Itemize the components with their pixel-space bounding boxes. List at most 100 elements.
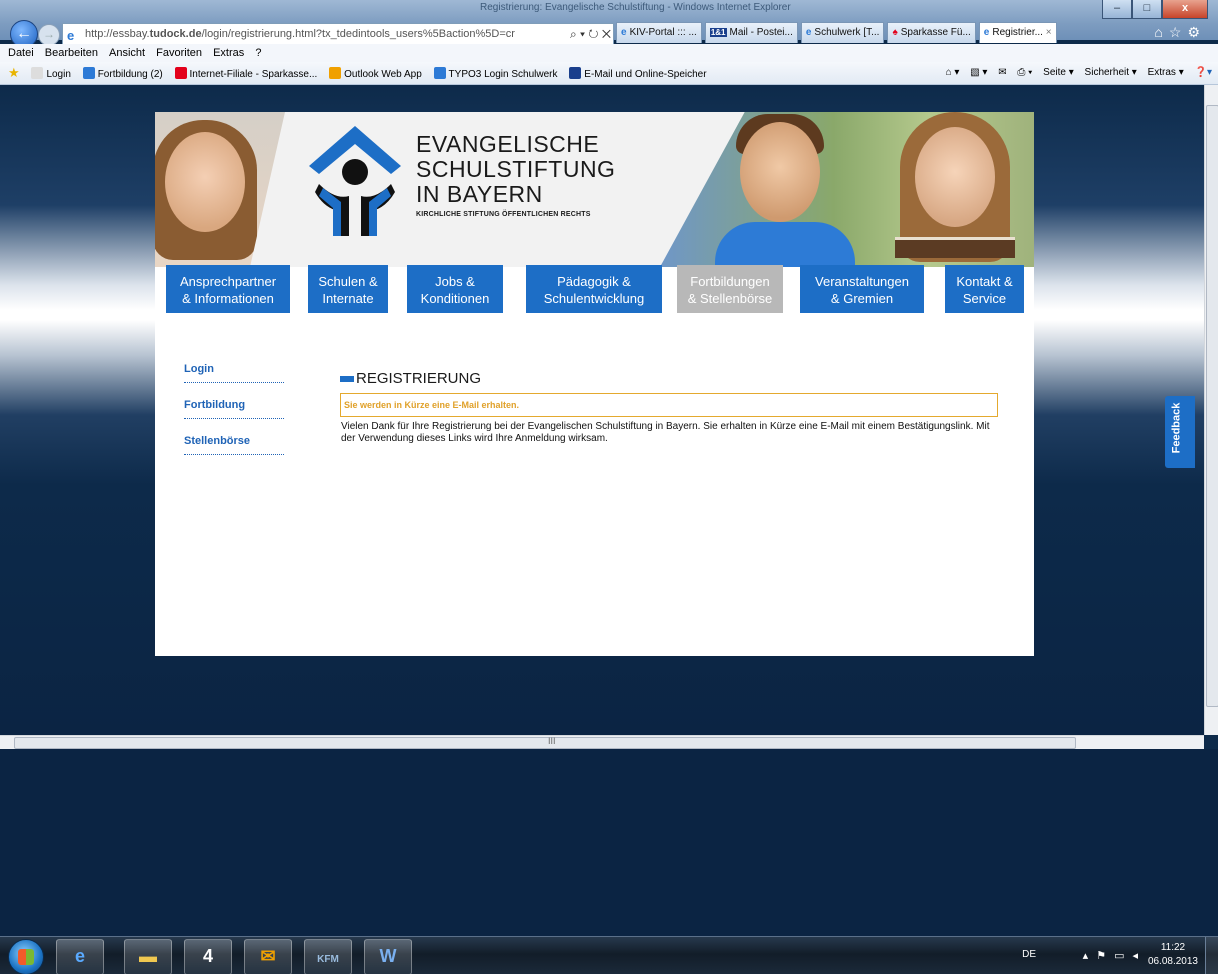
ie-page-icon: e — [67, 28, 75, 43]
horizontal-scrollbar[interactable]: III — [0, 735, 1204, 750]
menu-extras[interactable]: Extras — [213, 44, 244, 62]
start-button[interactable] — [8, 939, 44, 974]
menu-favoriten[interactable]: Favoriten — [156, 44, 202, 62]
browser-right-icons: ⌂☆⚙ — [1154, 24, 1206, 41]
brand-line: IN BAYERN — [416, 181, 543, 207]
volume-icon[interactable]: ◂ — [1132, 950, 1146, 962]
tab-sparkasse[interactable]: ♠ Sparkasse Fü... — [887, 22, 976, 43]
fav-fortbildung[interactable]: Fortbildung (2) — [82, 64, 163, 86]
url-domain: tudock.de — [149, 28, 202, 40]
ie-icon — [82, 67, 95, 79]
language-indicator[interactable]: DE — [1022, 949, 1036, 960]
close-button[interactable]: x — [1162, 0, 1208, 19]
fav-outlook[interactable]: Outlook Web App — [329, 64, 422, 86]
fav-label: TYPO3 Login Schulwerk — [448, 69, 558, 80]
minimize-button[interactable]: – — [1102, 0, 1132, 19]
site-brand[interactable]: EVANGELISCHE SCHULSTIFTUNG IN BAYERN KIR… — [416, 132, 615, 219]
menu-extras-cmd[interactable]: Extras ▾ — [1148, 67, 1184, 78]
tab-label: Registrier... — [992, 27, 1043, 38]
page-viewport: EVANGELISCHE SCHULSTIFTUNG IN BAYERN KIR… — [0, 85, 1204, 735]
ie-icon: e — [983, 27, 990, 38]
nav-label: Kontakt & — [956, 274, 1013, 289]
desktop-area — [0, 749, 1218, 936]
fav-login[interactable]: Login — [31, 64, 71, 86]
menu-seite[interactable]: Seite ▾ — [1043, 67, 1074, 78]
taskbar-outlook[interactable]: ✉ — [244, 939, 292, 974]
mail-read-icon[interactable]: ✉ — [998, 67, 1006, 78]
windows-logo-icon — [18, 949, 34, 965]
star-icon[interactable]: ☆ — [1169, 24, 1188, 40]
favorites-bar: ★ Login Fortbildung (2) Internet-Filiale… — [0, 62, 1218, 85]
tab-label: Mail - Postei... — [729, 27, 793, 38]
nav-jobs[interactable]: Jobs & Konditionen — [407, 265, 503, 313]
address-tools[interactable]: ⌕ ▾ ↻ ✕ — [565, 24, 611, 44]
clock[interactable]: 11:22 06.08.2013 — [1148, 941, 1198, 969]
sparkasse-icon — [174, 67, 187, 79]
clock-date: 06.08.2013 — [1147, 956, 1198, 967]
scroll-thumb[interactable] — [14, 737, 1076, 749]
vertical-scrollbar[interactable] — [1204, 85, 1218, 735]
window-controls: – □ x — [1102, 0, 1208, 19]
fav-email[interactable]: E-Mail und Online-Speicher — [569, 64, 707, 86]
flag-icon[interactable]: ⚑ — [1096, 950, 1114, 962]
forward-button[interactable]: → — [38, 24, 60, 46]
show-desktop-button[interactable] — [1205, 937, 1218, 974]
taskbar-kfm[interactable]: KFM — [304, 939, 352, 974]
header-photo-girl — [155, 112, 285, 267]
sidebar-item-login[interactable]: Login — [184, 360, 284, 383]
nav-schulen[interactable]: Schulen & Internate — [308, 265, 388, 313]
kfm-icon: KFM — [317, 954, 339, 965]
tab-kiv-portal[interactable]: e KIV-Portal ::: ... — [616, 22, 702, 43]
tray-expand-icon[interactable]: ▴ — [1083, 950, 1097, 962]
feedback-tab[interactable]: Feedback — [1165, 396, 1195, 468]
outlook-icon — [329, 67, 342, 79]
help-icon[interactable]: ❓▾ — [1195, 67, 1212, 78]
ie-icon: e — [621, 27, 627, 38]
sidebar-item-stellenboerse[interactable]: Stellenbörse — [184, 432, 284, 455]
home-icon[interactable]: ⌂ ▾ — [946, 67, 960, 78]
taskbar-app-4[interactable]: 4 — [184, 939, 232, 974]
menu-ansicht[interactable]: Ansicht — [109, 44, 145, 62]
taskbar-ie[interactable]: e — [56, 939, 104, 974]
fav-typo3[interactable]: TYPO3 Login Schulwerk — [433, 64, 558, 86]
menu-sicherheit[interactable]: Sicherheit ▾ — [1085, 67, 1137, 78]
tab-mail[interactable]: 1&1 Mail - Postei... — [704, 22, 798, 43]
header-photo-children — [660, 112, 1034, 267]
fav-sparkasse[interactable]: Internet-Filiale - Sparkasse... — [174, 64, 318, 86]
print-icon[interactable]: ⎙ ▾ — [1017, 67, 1032, 78]
ie-icon — [433, 67, 446, 79]
gear-icon[interactable]: ⚙ — [1187, 24, 1206, 40]
taskbar-word[interactable]: W — [364, 939, 412, 974]
address-bar[interactable]: e http://essbay.tudock.de/login/registrie… — [62, 23, 614, 45]
menu-bearbeiten[interactable]: Bearbeiten — [45, 44, 98, 62]
site-page: EVANGELISCHE SCHULSTIFTUNG IN BAYERN KIR… — [155, 112, 1034, 656]
ie-icon: e — [805, 27, 812, 38]
tab-registrierung[interactable]: e Registrier... × — [978, 22, 1057, 43]
fav-label: Internet-Filiale - Sparkasse... — [189, 69, 318, 80]
clock-time: 11:22 — [1160, 942, 1186, 953]
nav-veranstaltungen[interactable]: Veranstaltungen & Gremien — [800, 265, 924, 313]
outlook-icon: ✉ — [260, 946, 276, 966]
nav-kontakt[interactable]: Kontakt & Service — [945, 265, 1024, 313]
schulstiftung-logo-icon — [309, 126, 401, 236]
taskbar-explorer[interactable]: ▬ — [124, 939, 172, 974]
nav-label: Jobs & — [435, 274, 475, 289]
system-tray[interactable]: ▴⚑▭◂ — [1083, 949, 1146, 962]
menu-datei[interactable]: Datei — [8, 44, 34, 62]
home-icon[interactable]: ⌂ — [1154, 24, 1168, 40]
scroll-thumb[interactable] — [1206, 105, 1218, 707]
favorites-star-icon[interactable]: ★ — [8, 62, 20, 84]
nav-fortbildungen[interactable]: Fortbildungen & Stellenbörse — [677, 265, 783, 313]
nav-label: & Stellenbörse — [687, 291, 773, 306]
feedback-label: Feedback — [1170, 402, 1183, 454]
tab-close-icon[interactable]: × — [1046, 27, 1052, 38]
maximize-button[interactable]: □ — [1132, 0, 1162, 19]
rss-icon[interactable]: ▧ ▾ — [970, 67, 987, 78]
menu-help[interactable]: ? — [255, 44, 261, 62]
nav-paedagogik[interactable]: Pädagogik & Schulentwicklung — [526, 265, 662, 313]
network-icon[interactable]: ▭ — [1114, 950, 1132, 962]
nav-label: Internate — [322, 291, 374, 306]
tab-schulwerk[interactable]: e Schulwerk [T... — [800, 22, 885, 43]
nav-ansprechpartner[interactable]: Ansprechpartner & Informationen — [166, 265, 290, 313]
sidebar-item-fortbildung[interactable]: Fortbildung — [184, 396, 284, 419]
